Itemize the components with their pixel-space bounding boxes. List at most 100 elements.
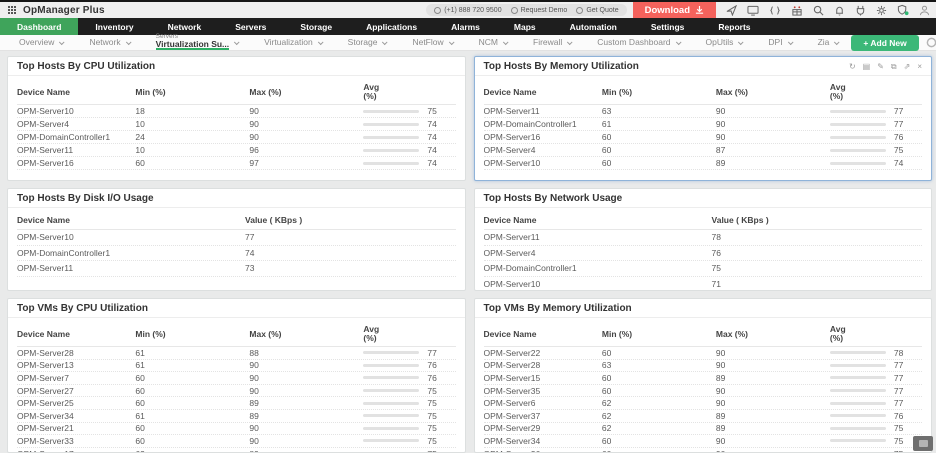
dashboard-tab-network[interactable]: Network	[76, 35, 142, 50]
device-name-cell[interactable]: OPM-Server10	[484, 158, 602, 168]
table-row[interactable]: OPM-Server28639077	[484, 360, 923, 373]
table-row[interactable]: OPM-Server10608974	[484, 157, 923, 170]
table-row[interactable]: OPM-Server25608975	[17, 397, 456, 410]
dashboard-tab-firewall[interactable]: Firewall	[520, 35, 584, 50]
dashboard-tab-dpi[interactable]: DPI	[755, 35, 804, 50]
device-name-cell[interactable]: OPM-Server10	[17, 232, 245, 242]
delete-icon[interactable]: ×	[917, 63, 922, 71]
table-row[interactable]: OPM-Server1077	[17, 230, 456, 246]
refresh-icon[interactable]: ↻	[849, 63, 856, 71]
dashboard-tab-virtualization-su-[interactable]: ServersVirtualization Su...	[143, 35, 252, 50]
table-row[interactable]: OPM-Server11639077	[484, 105, 923, 118]
plugin-icon[interactable]	[855, 5, 866, 16]
device-name-cell[interactable]: OPM-Server11	[17, 263, 245, 273]
code-icon[interactable]	[769, 5, 781, 16]
table-row[interactable]: OPM-Server4608775	[484, 144, 923, 157]
nav-tab-reports[interactable]: Reports	[701, 18, 767, 35]
download-button[interactable]: Download	[633, 2, 716, 18]
table-row[interactable]: OPM-Server34618975	[17, 410, 456, 423]
table-row[interactable]: OPM-DomainController1249074	[17, 131, 456, 144]
notifications-icon[interactable]	[834, 5, 845, 16]
device-name-cell[interactable]: OPM-Server22	[484, 348, 602, 358]
table-row[interactable]: OPM-Server476	[484, 246, 923, 262]
add-new-button[interactable]: + Add New	[851, 35, 918, 51]
device-name-cell[interactable]: OPM-Server17	[17, 449, 135, 453]
chat-widget-button[interactable]	[913, 436, 933, 451]
dashboard-tab-storage[interactable]: Storage	[335, 35, 400, 50]
table-row[interactable]: OPM-Server16609774	[17, 157, 456, 170]
dashboard-tab-zia[interactable]: Zia	[805, 35, 852, 50]
device-name-cell[interactable]: OPM-Server10	[484, 279, 712, 289]
table-row[interactable]: OPM-Server22609078	[484, 347, 923, 360]
nav-tab-applications[interactable]: Applications	[349, 18, 434, 35]
device-name-cell[interactable]: OPM-DomainController1	[484, 263, 712, 273]
device-name-cell[interactable]: OPM-Server29	[484, 423, 602, 433]
device-name-cell[interactable]: OPM-Server33	[17, 436, 135, 446]
table-row[interactable]: OPM-DomainController174	[17, 246, 456, 262]
table-row[interactable]: OPM-Server10189075	[17, 105, 456, 118]
nav-tab-storage[interactable]: Storage	[283, 18, 349, 35]
device-name-cell[interactable]: OPM-Server11	[17, 145, 135, 155]
device-name-cell[interactable]: OPM-Server6	[484, 398, 602, 408]
device-name-cell[interactable]: OPM-Server11	[484, 106, 602, 116]
table-row[interactable]: OPM-Server35609077	[484, 385, 923, 398]
device-name-cell[interactable]: OPM-Server34	[17, 411, 135, 421]
table-row[interactable]: OPM-Server7609076	[17, 372, 456, 385]
device-name-cell[interactable]: OPM-Server16	[17, 158, 135, 168]
table-row[interactable]: OPM-Server34609075	[484, 435, 923, 448]
device-name-cell[interactable]: OPM-Server16	[484, 132, 602, 142]
device-name-cell[interactable]: OPM-Server4	[17, 119, 135, 129]
device-name-cell[interactable]: OPM-Server15	[484, 373, 602, 383]
table-row[interactable]: OPM-Server11109674	[17, 144, 456, 157]
search-icon[interactable]	[813, 5, 824, 16]
edit-icon[interactable]: ✎	[877, 63, 884, 71]
nav-tab-settings[interactable]: Settings	[634, 18, 702, 35]
table-row[interactable]: OPM-Server4109074	[17, 118, 456, 131]
nav-tab-maps[interactable]: Maps	[497, 18, 553, 35]
device-name-cell[interactable]: OPM-Server13	[17, 360, 135, 370]
table-row[interactable]: OPM-Server1173	[17, 261, 456, 277]
nav-tab-alarms[interactable]: Alarms	[434, 18, 497, 35]
dashboard-tab-custom-dashboard[interactable]: Custom Dashboard	[584, 35, 692, 50]
device-name-cell[interactable]: OPM-Server11	[484, 232, 712, 242]
table-row[interactable]: OPM-Server1178	[484, 230, 923, 246]
table-row[interactable]: OPM-DomainController175	[484, 261, 923, 277]
table-row[interactable]: OPM-Server27609075	[17, 385, 456, 398]
table-row[interactable]: OPM-Server21609075	[17, 423, 456, 436]
dashboard-tab-oputils[interactable]: OpUtils	[693, 35, 756, 50]
table-row[interactable]: OPM-Server15608977	[484, 372, 923, 385]
table-row[interactable]: OPM-DomainController1619077	[484, 118, 923, 131]
security-shield-icon[interactable]	[897, 4, 909, 16]
clone-icon[interactable]: ⧉	[891, 63, 897, 71]
device-name-cell[interactable]: OPM-Server28	[17, 348, 135, 358]
device-name-cell[interactable]: OPM-Server34	[484, 436, 602, 446]
table-row[interactable]: OPM-Server16609076	[484, 131, 923, 144]
device-name-cell[interactable]: OPM-Server4	[484, 248, 712, 258]
device-name-cell[interactable]: OPM-Server4	[484, 145, 602, 155]
share-icon[interactable]: ⇗	[904, 63, 911, 71]
device-name-cell[interactable]: OPM-Server37	[484, 411, 602, 421]
table-row[interactable]: OPM-Server13619076	[17, 360, 456, 373]
device-name-cell[interactable]: OPM-Server7	[17, 373, 135, 383]
device-name-cell[interactable]: OPM-Server25	[17, 398, 135, 408]
nav-tab-dashboard[interactable]: Dashboard	[0, 18, 78, 35]
launcher-icon[interactable]	[726, 5, 737, 16]
table-row[interactable]: OPM-Server37628976	[484, 410, 923, 423]
device-name-cell[interactable]: OPM-DomainController1	[17, 132, 135, 142]
app-launcher-icon[interactable]	[8, 6, 16, 14]
dashboard-tab-overview[interactable]: Overview	[6, 35, 76, 50]
nav-tab-servers[interactable]: Servers	[218, 18, 283, 35]
help-circle-icon[interactable]	[926, 37, 936, 48]
dashboard-tab-virtualization[interactable]: Virtualization	[251, 35, 335, 50]
device-name-cell[interactable]: OPM-Server28	[484, 360, 602, 370]
nav-tab-inventory[interactable]: Inventory	[78, 18, 150, 35]
user-icon[interactable]	[919, 5, 930, 16]
request-demo-link[interactable]: Request Demo	[511, 7, 568, 14]
demo-screen-icon[interactable]	[747, 5, 759, 16]
dashboard-tab-netflow[interactable]: NetFlow	[399, 35, 465, 50]
table-row[interactable]: OPM-Server28618877	[17, 347, 456, 360]
device-name-cell[interactable]: OPM-Server27	[17, 386, 135, 396]
table-row[interactable]: OPM-Server1071	[484, 277, 923, 292]
get-quote-link[interactable]: Get Quote	[576, 7, 618, 14]
table-row[interactable]: OPM-Server29628975	[484, 423, 923, 436]
